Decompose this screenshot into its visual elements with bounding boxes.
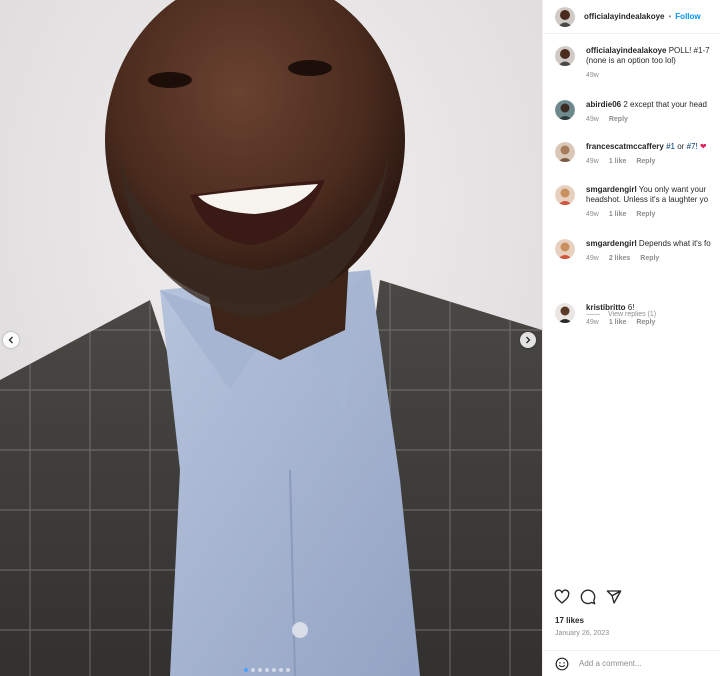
comment-text: or [677, 142, 685, 151]
caption-text: POLL! #1-7 [668, 46, 710, 55]
comment-likes[interactable]: 2 likes [609, 254, 630, 264]
author-username[interactable]: officialayindealakoye [584, 12, 664, 21]
timestamp: 49w [586, 255, 599, 262]
comment-item: abirdie06 2 except that your head 49w Re… [555, 100, 720, 125]
caption-username[interactable]: officialayindealakoye [586, 46, 666, 55]
caption-text-line2: (none is an option too lol) [586, 56, 676, 65]
comment-username[interactable]: smgardengirl [586, 185, 637, 194]
share-icon[interactable] [606, 589, 622, 605]
comment-likes[interactable]: 1 like [609, 210, 627, 220]
reply-button[interactable]: Reply [636, 318, 655, 328]
comment-text: 6! [627, 303, 635, 312]
post-side-panel: officialayindealakoye • Follow officiala… [542, 0, 720, 676]
avatar[interactable] [555, 303, 575, 323]
reply-button[interactable]: Reply [636, 210, 655, 220]
comment-username[interactable]: abirdie06 [586, 100, 621, 109]
timestamp: 49w [586, 211, 599, 218]
reply-button[interactable]: Reply [640, 254, 659, 264]
carousel-dot [258, 668, 262, 672]
timestamp: 49w [586, 319, 599, 326]
action-bar [554, 589, 622, 605]
comment-text-line2: headshot. Unless it's a laughter yo [586, 195, 709, 204]
comment-username[interactable]: francescatmccaffery [586, 142, 664, 151]
previous-image-button[interactable] [3, 332, 19, 348]
next-image-button[interactable] [520, 332, 536, 348]
comment-likes[interactable]: 1 like [609, 318, 627, 328]
likes-count[interactable]: 17 likes [555, 616, 584, 625]
timestamp: 49w [586, 116, 599, 123]
reply-button[interactable]: Reply [636, 157, 655, 167]
post-photo [0, 0, 542, 676]
reply-button[interactable]: Reply [609, 115, 628, 125]
comment-item: smgardengirl Depends what it's fo 49w 2 … [555, 239, 720, 264]
carousel-dot [244, 668, 248, 672]
avatar[interactable] [555, 46, 575, 66]
post-header: officialayindealakoye • Follow [543, 0, 720, 34]
follow-button[interactable]: Follow [675, 12, 700, 21]
avatar[interactable] [555, 142, 575, 162]
comment-text: Depends what it's fo [638, 239, 711, 248]
comment-text: You only want your [638, 185, 707, 194]
avatar[interactable] [555, 6, 575, 27]
comment-item: kristibritto 6! 49w 1 like Reply [555, 303, 720, 328]
avatar[interactable] [555, 185, 575, 205]
comment-input[interactable] [579, 659, 719, 668]
header-separator: • [668, 12, 672, 21]
carousel-dot [286, 668, 290, 672]
carousel-dot [279, 668, 283, 672]
emoji-icon[interactable] [555, 657, 569, 671]
comment-item: francescatmccaffery #1 or #7! ❤ 49w 1 li… [555, 142, 720, 167]
chevron-left-icon [8, 336, 13, 344]
add-comment-bar [543, 650, 720, 676]
comment-username[interactable]: smgardengirl [586, 239, 637, 248]
timestamp: 49w [586, 72, 599, 79]
post-caption: officialayindealakoye POLL! #1-7 (none i… [555, 46, 720, 81]
avatar[interactable] [555, 239, 575, 259]
comment-item: smgardengirl You only want your headshot… [555, 185, 720, 220]
carousel-dot [265, 668, 269, 672]
timestamp: 49w [586, 158, 599, 165]
carousel-dot [272, 668, 276, 672]
carousel-indicator [244, 668, 290, 672]
hashtag-link[interactable]: #7! [687, 142, 698, 151]
post-date: January 26, 2023 [555, 630, 610, 637]
chevron-right-icon [526, 336, 531, 344]
comment-username[interactable]: kristibritto [586, 303, 626, 312]
heart-emoji-icon: ❤ [699, 142, 707, 151]
carousel-dot [251, 668, 255, 672]
comment-text: 2 except that your head [623, 100, 707, 109]
comment-icon[interactable] [580, 589, 596, 605]
hashtag-link[interactable]: #1 [666, 142, 675, 151]
avatar[interactable] [555, 100, 575, 120]
heart-icon[interactable] [554, 589, 570, 605]
comment-likes[interactable]: 1 like [609, 157, 627, 167]
post-media[interactable] [0, 0, 542, 676]
